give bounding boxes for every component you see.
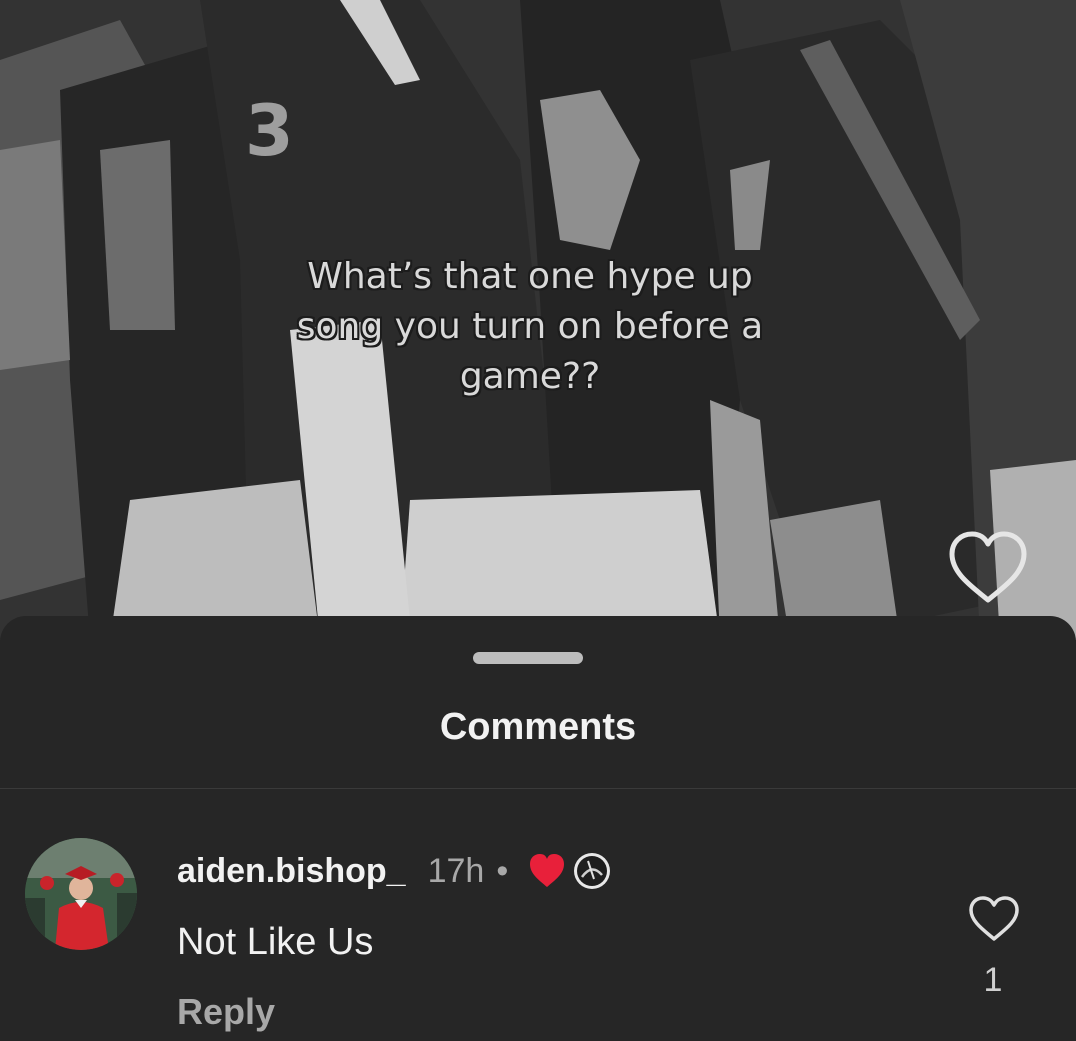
comment-like-button[interactable] bbox=[966, 894, 1022, 944]
svg-text:3: 3 bbox=[245, 90, 294, 172]
creator-liked-badge bbox=[528, 849, 614, 893]
sheet-title: Comments bbox=[439, 706, 637, 748]
app-screen: 3 What’s that one hype up song you turn … bbox=[0, 0, 1076, 1041]
reply-button[interactable]: Reply bbox=[177, 991, 275, 1033]
video-like-button[interactable] bbox=[944, 528, 1032, 608]
comment-text: Not Like Us bbox=[177, 921, 374, 963]
comment-item: aiden.bishop_ 17h • Not Like Us Reply 1 bbox=[0, 831, 1076, 1033]
video-player[interactable]: 3 What’s that one hype up song you turn … bbox=[0, 0, 1076, 640]
meta-separator: • bbox=[496, 851, 509, 890]
video-caption: What’s that one hype up song you turn on… bbox=[296, 256, 764, 397]
sheet-divider bbox=[0, 788, 1076, 789]
heart-outline-icon bbox=[949, 531, 1027, 603]
comment-meta: aiden.bishop_ 17h • bbox=[177, 849, 614, 893]
avatar[interactable] bbox=[25, 838, 137, 950]
sheet-drag-handle[interactable] bbox=[473, 652, 583, 664]
red-heart-icon bbox=[530, 853, 611, 889]
heart-outline-icon bbox=[969, 896, 1019, 941]
comment-timestamp: 17h bbox=[427, 851, 485, 890]
comment-username[interactable]: aiden.bishop_ bbox=[177, 852, 406, 891]
avatar-image bbox=[25, 838, 137, 950]
comments-sheet: Comments aiden.bishop_ 17h • Not Like Us… bbox=[0, 616, 1076, 1041]
comment-like-count: 1 bbox=[983, 961, 1003, 999]
